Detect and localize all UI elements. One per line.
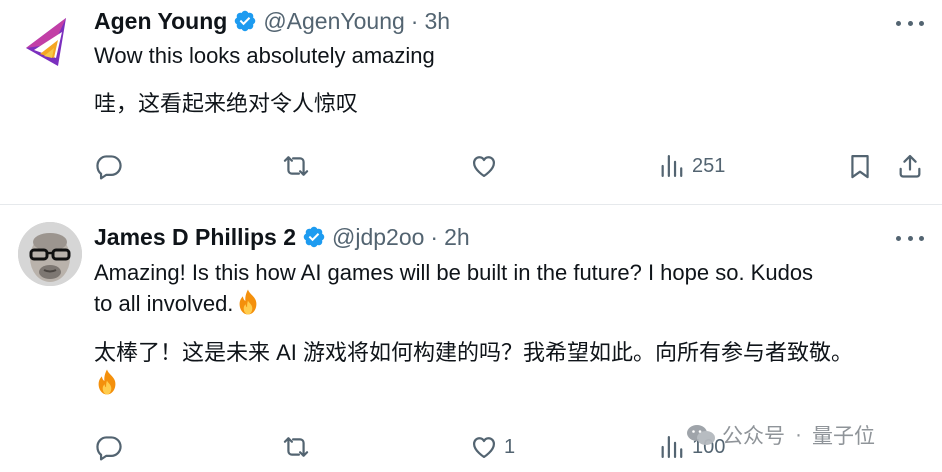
profile-photo [18, 222, 82, 286]
more-icon[interactable] [896, 18, 924, 28]
author-handle[interactable]: @jdp2oo [332, 222, 424, 252]
retweet-button[interactable] [282, 149, 310, 183]
divider [0, 204, 942, 205]
wechat-icon [687, 425, 715, 445]
bookmark-icon [846, 152, 874, 180]
more-icon[interactable] [896, 233, 924, 243]
heart-icon [470, 433, 498, 461]
brand-logo-icon [26, 18, 66, 66]
author-name[interactable]: James D Phillips 2 [94, 222, 296, 252]
views-icon [658, 433, 686, 461]
tweet-header: James D Phillips 2 @jdp2oo · 2h [94, 222, 470, 252]
avatar[interactable] [18, 10, 82, 74]
reply-button[interactable] [95, 430, 123, 464]
tweet-1[interactable]: Agen Young @AgenYoung · 3h Wow this look… [0, 0, 942, 205]
tweet-text-line-1: Amazing! Is this how AI games will be bu… [94, 260, 814, 285]
retweet-button[interactable] [282, 430, 310, 464]
tweet-text-translation: 太棒了！这是未来 AI 游戏将如何构建的吗？我希望如此。向所有参与者致敬。 [94, 340, 854, 365]
share-icon [896, 152, 924, 180]
fire-emoji-icon [235, 288, 261, 316]
verified-badge-icon [302, 225, 326, 249]
verified-badge-icon [233, 9, 257, 33]
like-count: 1 [504, 435, 516, 458]
tweet-text-line-2-text: to all involved. [94, 291, 234, 316]
separator: · [410, 8, 419, 34]
like-button[interactable] [470, 149, 498, 183]
avatar[interactable] [18, 222, 82, 286]
views-count: 251 [692, 154, 726, 177]
action-bar: 251 [0, 149, 942, 183]
author-name[interactable]: Agen Young [94, 6, 227, 36]
timestamp[interactable]: 3h [424, 6, 450, 36]
watermark-account-name: 量子位 [812, 425, 875, 448]
tweet-text-translation-line-2 [94, 368, 120, 399]
bookmark-button[interactable] [846, 149, 874, 183]
tweet-header: Agen Young @AgenYoung · 3h [94, 6, 450, 36]
reply-button[interactable] [95, 149, 123, 183]
heart-icon [470, 152, 498, 180]
reply-icon [95, 152, 123, 180]
fire-emoji-icon [94, 368, 120, 396]
views-button[interactable]: 251 [658, 149, 725, 183]
watermark-separator: · [795, 423, 802, 446]
retweet-icon [282, 152, 310, 180]
retweet-icon [282, 433, 310, 461]
reply-icon [95, 433, 123, 461]
separator: · [430, 224, 439, 250]
watermark-account-type: 公众号 [722, 425, 785, 448]
tweet-text-translation: 哇，这看起来绝对令人惊叹 [94, 91, 359, 116]
timestamp[interactable]: 2h [444, 222, 470, 252]
like-button[interactable]: 1 [470, 430, 515, 464]
author-handle[interactable]: @AgenYoung [263, 6, 404, 36]
share-button[interactable] [896, 149, 924, 183]
tweet-text-line-2: to all involved. [94, 288, 261, 319]
views-icon [658, 152, 686, 180]
tweet-text: Wow this looks absolutely amazing [94, 43, 435, 68]
watermark: 公众号 · 量子位 [686, 420, 875, 450]
